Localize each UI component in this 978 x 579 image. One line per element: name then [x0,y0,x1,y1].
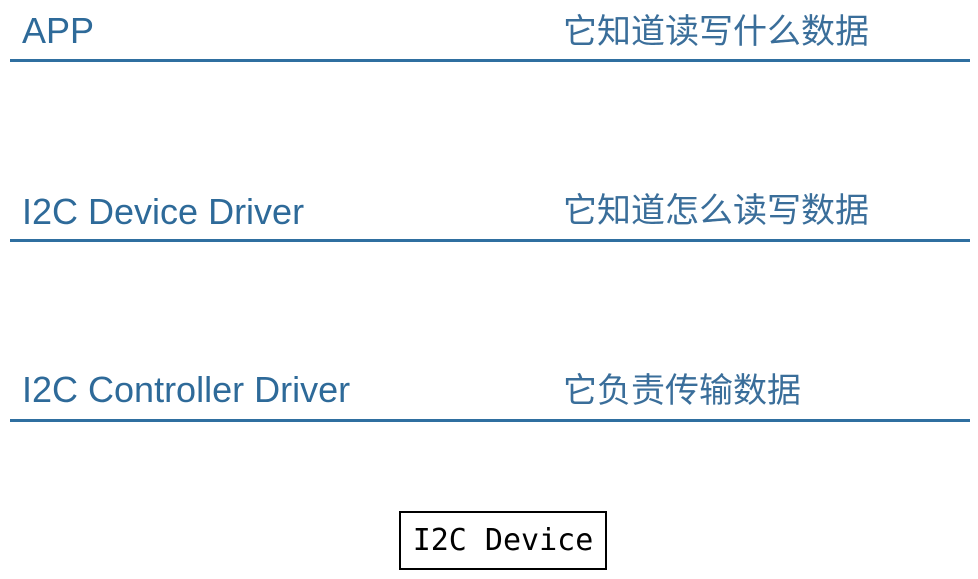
layer-device-driver-name: I2C Device Driver [22,191,305,232]
layer-controller-driver-name: I2C Controller Driver [22,369,351,410]
layer-app-divider [10,59,970,62]
i2c-device-box: I2C Device [399,511,607,570]
layer-controller-driver-divider [10,419,970,422]
i2c-device-label: I2C Device [412,523,594,558]
layer-controller-driver-description: 它负责传输数据 [563,371,801,411]
layer-app-name: APP [22,10,95,51]
layer-device-driver-description: 它知道怎么读写数据 [563,191,869,231]
layer-app-description: 它知道读写什么数据 [563,12,869,52]
layer-device-driver-divider [10,239,970,242]
